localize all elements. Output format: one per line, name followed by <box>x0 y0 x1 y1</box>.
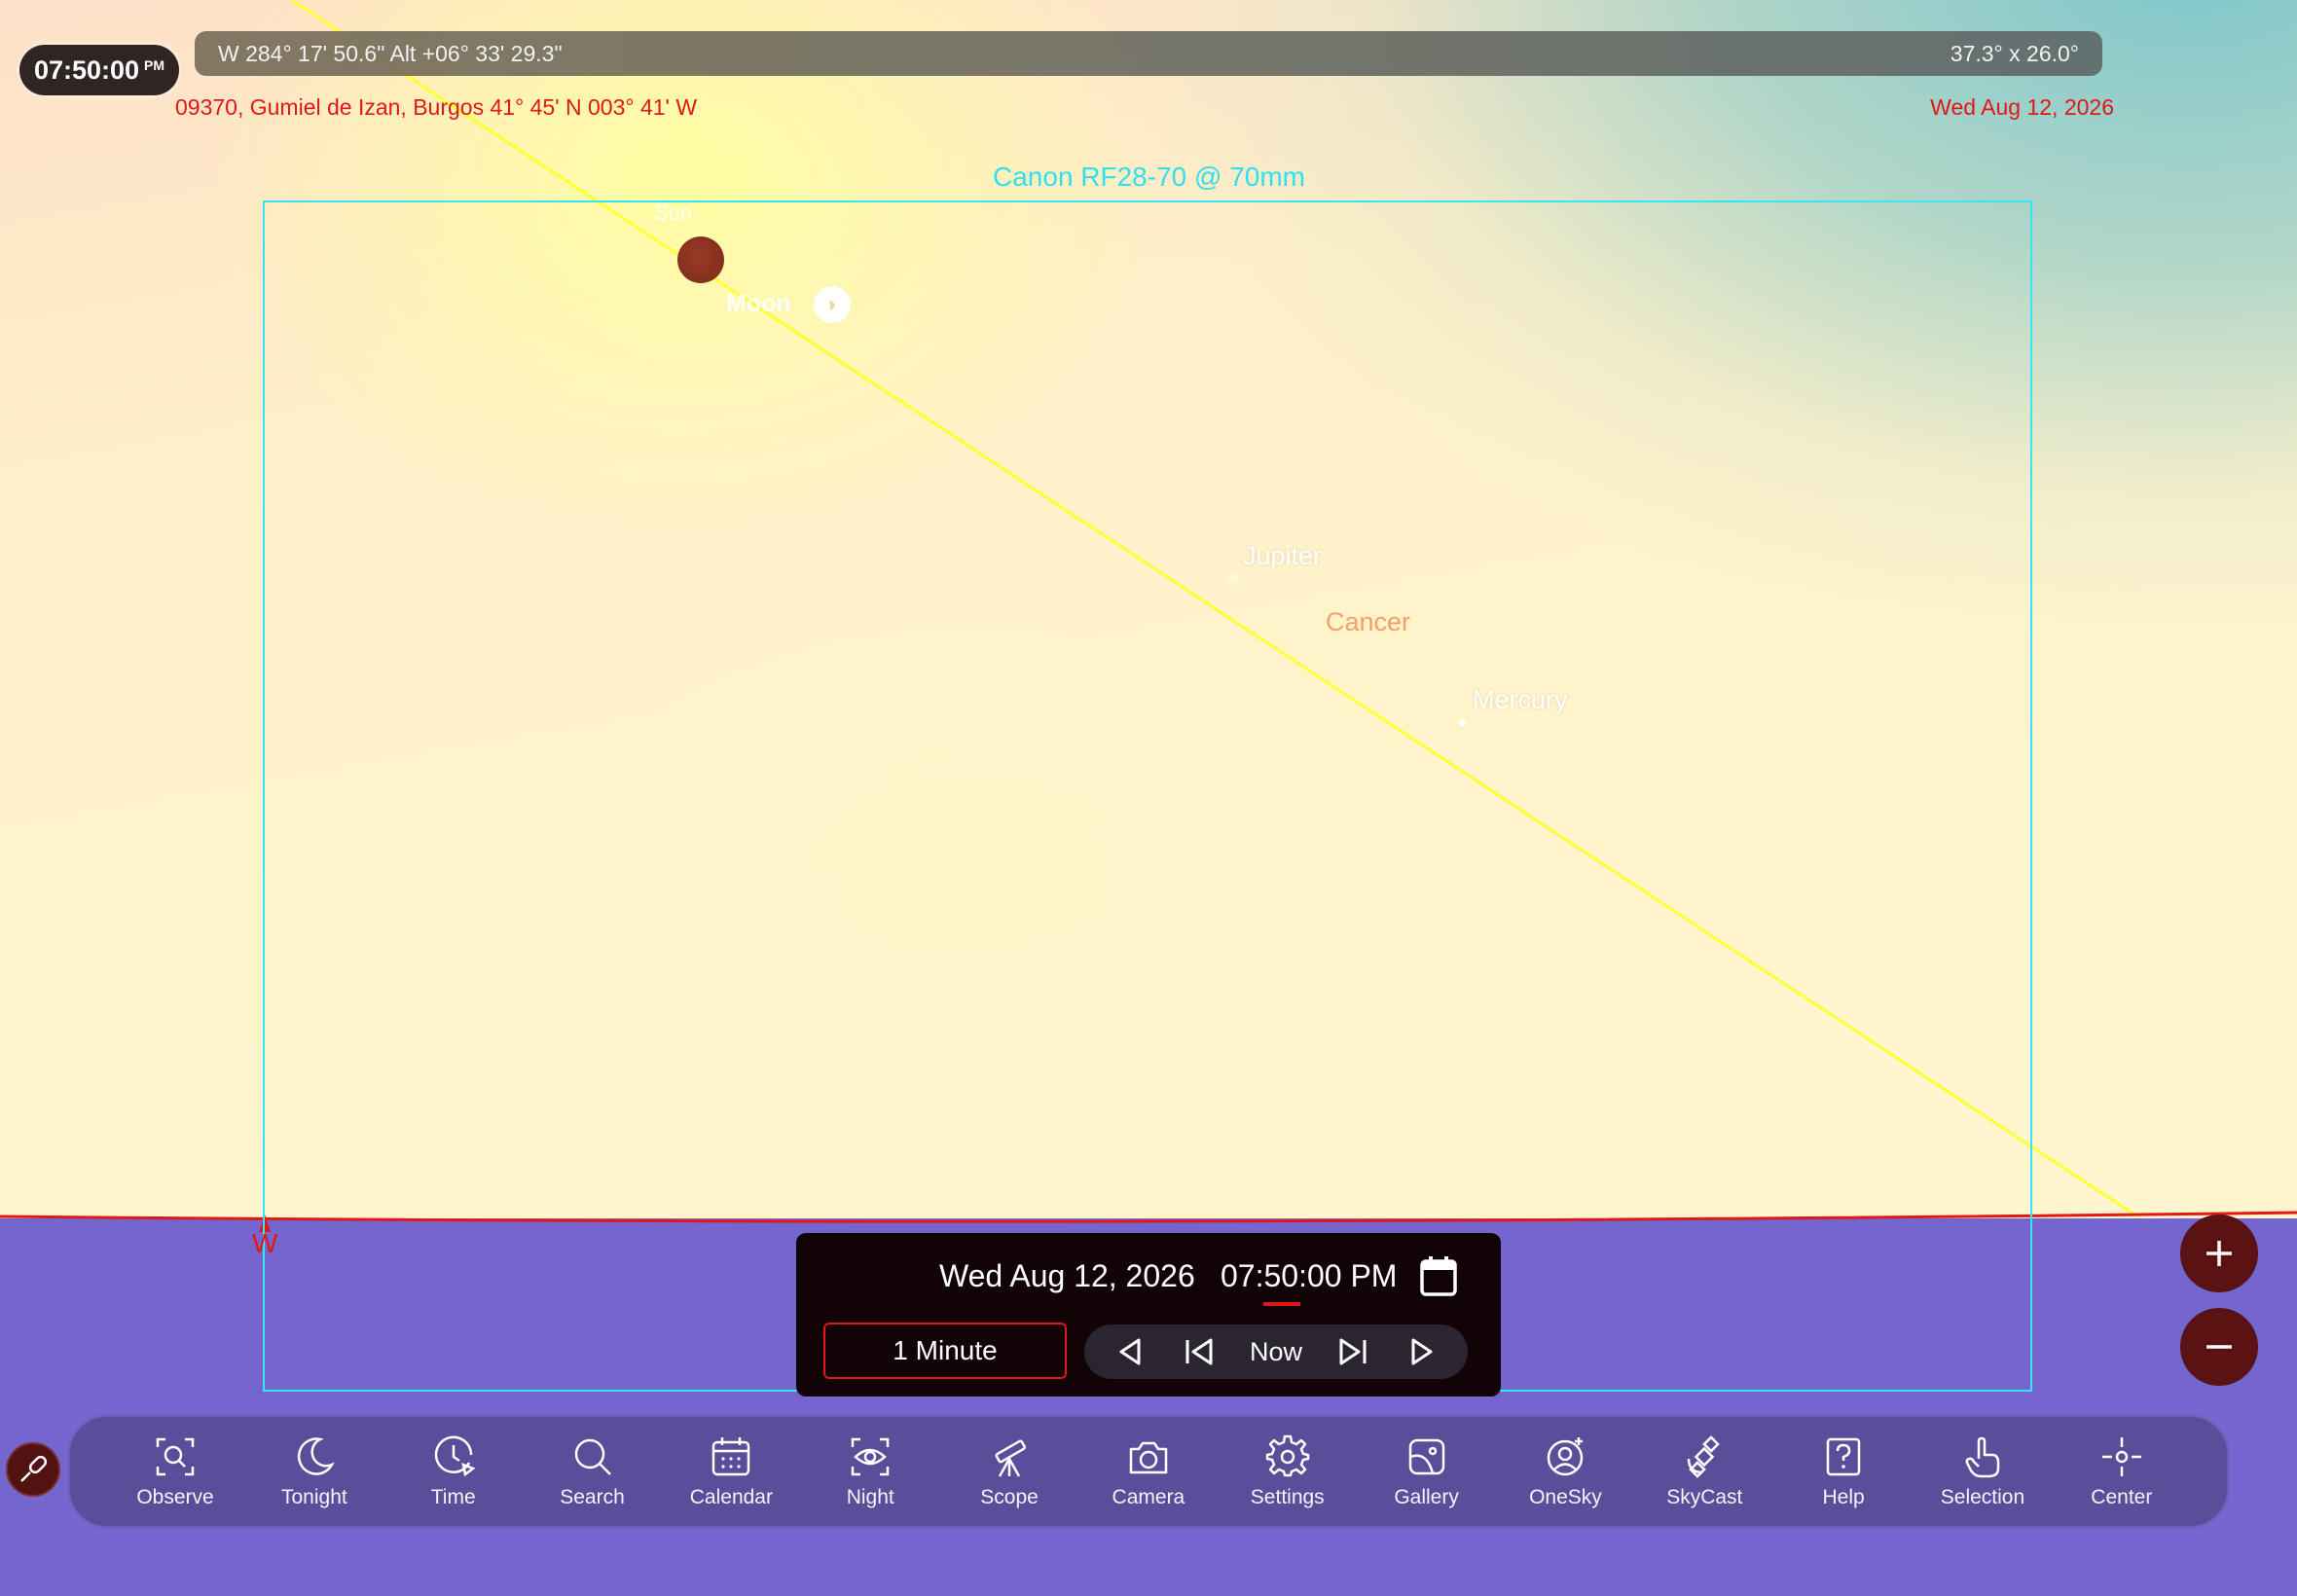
location-text[interactable]: 09370, Gumiel de Izan, Burgos 41° 45' N … <box>175 94 697 121</box>
minus-icon <box>2206 1345 2232 1349</box>
jupiter-dot[interactable] <box>1228 573 1238 583</box>
now-label: Now <box>1249 1336 1302 1366</box>
camera-frame <box>263 200 2032 1392</box>
clock-icon <box>434 1435 476 1477</box>
toolbar-tonight[interactable]: Tonight <box>246 1433 383 1509</box>
crosshair-icon <box>2101 1437 2141 1476</box>
toolbar-center[interactable]: Center <box>2054 1433 2190 1509</box>
toolbar-camera[interactable]: Camera <box>1080 1433 1217 1509</box>
microphone-icon <box>20 1455 48 1482</box>
search-icon <box>574 1438 611 1475</box>
panel-time[interactable]: 07:50:00 PM <box>1221 1258 1397 1294</box>
toolbar-time-label: Time <box>430 1486 476 1508</box>
toolbar-gallery[interactable]: Gallery <box>1359 1433 1495 1509</box>
toolbar-settings[interactable]: Settings <box>1220 1433 1356 1509</box>
coordinates-bar[interactable]: W 284° 17' 50.6" Alt +06° 33' 29.3" 37.3… <box>195 31 2102 76</box>
time-step-button[interactable]: 1 Minute <box>823 1323 1067 1379</box>
telescope-icon <box>995 1439 1027 1477</box>
toolbar-night-label: Night <box>846 1486 894 1508</box>
cancer-label[interactable]: Cancer <box>1326 607 1410 637</box>
skip-forward-icon <box>1339 1338 1367 1365</box>
moon-label[interactable]: Moon <box>726 290 791 318</box>
plus-icon <box>2206 1241 2232 1266</box>
bottom-toolbar: Observe Tonight Time Search Calendar Nig… <box>68 1415 2229 1528</box>
toolbar-observe-label: Observe <box>136 1486 214 1508</box>
toolbar-tonight-label: Tonight <box>280 1486 347 1508</box>
calendar-icon[interactable] <box>1419 1254 1458 1297</box>
eye-icon <box>851 1437 890 1476</box>
observe-icon <box>156 1437 195 1476</box>
toolbar-help-label: Help <box>1822 1486 1865 1508</box>
zoom-out-button[interactable] <box>2180 1308 2258 1386</box>
zoom-in-button[interactable] <box>2180 1215 2258 1292</box>
mercury-dot[interactable] <box>1459 719 1466 726</box>
panel-date[interactable]: Wed Aug 12, 2026 <box>939 1258 1195 1294</box>
time-field-cursor <box>1263 1302 1300 1306</box>
sun-object[interactable] <box>677 236 724 283</box>
toolbar-observe[interactable]: Observe <box>107 1433 243 1509</box>
moon-phase-icon[interactable]: ◗ <box>814 286 851 323</box>
toolbar-settings-label: Settings <box>1250 1486 1325 1508</box>
clock-display[interactable]: 07:50:00 PM <box>19 45 179 95</box>
toolbar-onesky-label: OneSky <box>1529 1486 1602 1508</box>
toolbar-time[interactable]: Time <box>385 1433 522 1509</box>
toolbar-scope-label: Scope <box>980 1486 1039 1508</box>
toolbar-selection-label: Selection <box>1940 1486 2025 1508</box>
pointing-readout: W 284° 17' 50.6" Alt +06° 33' 29.3" <box>218 40 563 66</box>
clock-time: 07:50:00 <box>33 54 140 85</box>
help-icon <box>1826 1437 1861 1476</box>
toolbar-help[interactable]: Help <box>1775 1433 1912 1509</box>
toolbar-night[interactable]: Night <box>802 1433 938 1509</box>
skip-back-icon <box>1185 1338 1213 1365</box>
toolbar-gallery-label: Gallery <box>1394 1486 1459 1508</box>
toolbar-center-label: Center <box>2091 1486 2153 1508</box>
toolbar-search-label: Search <box>560 1486 625 1508</box>
toolbar-camera-label: Camera <box>1112 1486 1185 1508</box>
now-button[interactable]: Now <box>1247 1330 1305 1373</box>
toolbar-skycast-label: SkyCast <box>1666 1486 1743 1508</box>
gear-icon <box>1265 1434 1309 1477</box>
date-text[interactable]: Wed Aug 12, 2026 <box>1930 94 2114 121</box>
step-forward-button[interactable] <box>1401 1330 1443 1373</box>
clock-ampm: PM <box>144 57 165 73</box>
gallery-icon <box>1408 1438 1444 1475</box>
time-step-label: 1 Minute <box>893 1335 998 1365</box>
camera-frame-label: Canon RF28-70 @ 70mm <box>993 162 1306 192</box>
toolbar-scope[interactable]: Scope <box>941 1433 1077 1509</box>
sun-label[interactable]: Sun <box>654 200 692 226</box>
jupiter-label[interactable]: Jupiter <box>1243 541 1322 571</box>
time-control-panel: Wed Aug 12, 2026 07:50:00 PM 1 Minute No… <box>796 1233 1501 1396</box>
toolbar-skycast[interactable]: SkyCast <box>1636 1433 1772 1509</box>
toolbar-onesky[interactable]: OneSky <box>1497 1433 1633 1509</box>
skip-forward-button[interactable] <box>1331 1330 1374 1373</box>
toolbar-selection[interactable]: Selection <box>1914 1433 2051 1509</box>
time-nav-group: Now <box>1084 1324 1468 1379</box>
satellite-icon <box>1688 1435 1721 1478</box>
skip-back-button[interactable] <box>1178 1330 1221 1373</box>
triangle-left-icon <box>1119 1338 1141 1365</box>
calendar-icon <box>712 1437 750 1476</box>
moon-icon <box>297 1437 335 1475</box>
mercury-label[interactable]: Mercury <box>1473 685 1568 715</box>
camera-icon <box>1129 1441 1168 1474</box>
toolbar-calendar[interactable]: Calendar <box>663 1433 799 1509</box>
compass-west: W <box>252 1228 278 1258</box>
fov-readout: 37.3° x 26.0° <box>1950 40 2079 66</box>
triangle-right-icon <box>1411 1338 1433 1365</box>
voice-control-button[interactable] <box>6 1442 60 1497</box>
toolbar-search[interactable]: Search <box>525 1433 661 1509</box>
hand-pointer-icon <box>1965 1436 2000 1478</box>
toolbar-calendar-label: Calendar <box>689 1486 773 1508</box>
onesky-icon <box>1548 1437 1584 1476</box>
step-back-button[interactable] <box>1109 1330 1151 1373</box>
